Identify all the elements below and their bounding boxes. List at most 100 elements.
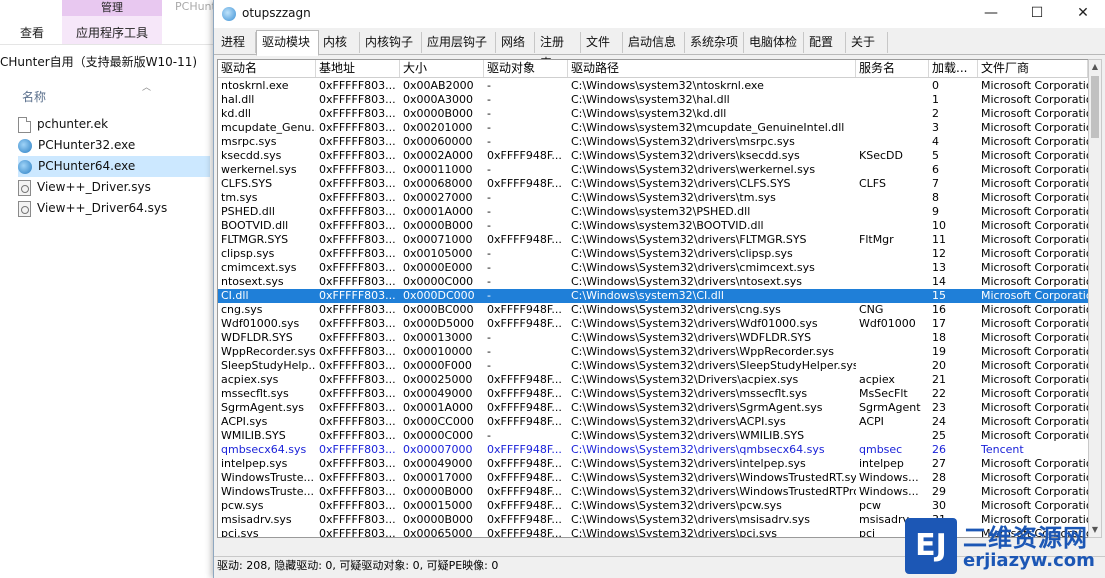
ribbon-tab-app-tools[interactable]: 应用程序工具	[76, 24, 148, 41]
table-cell: FLTMGR.SYS	[221, 233, 289, 246]
table-row[interactable]: ntoskrnl.exe 0xFFFFF803... 0x00AB2000- C:\W…	[218, 79, 1088, 93]
table-cell: 0xFFFFF803...	[319, 219, 396, 232]
table-row[interactable]: WindowsTruste... 0xFFFFF803... 0x0000B000 0…	[218, 485, 1088, 499]
column-header[interactable]: 大小	[400, 60, 484, 77]
table-row[interactable]: mssecflt.sys 0xFFFFF803... 0x00049000 0xFFF…	[218, 387, 1088, 401]
table-cell: intelpep.sys	[221, 457, 288, 470]
address-bar[interactable]: CHunter自用（支持最新版W10-11)	[0, 52, 215, 72]
column-header[interactable]: 服务名	[856, 60, 929, 77]
table-cell: Windows...	[859, 485, 919, 498]
file-item[interactable]: View++_Driver.sys	[18, 177, 210, 198]
table-cell: SgrmAgent	[859, 401, 921, 414]
table-row[interactable]: FLTMGR.SYS 0xFFFFF803... 0x00071000 0xFFFF9…	[218, 233, 1088, 247]
table-cell: 0x00049000	[403, 387, 473, 400]
table-row[interactable]: SgrmAgent.sys 0xFFFFF803... 0x0001A000 0xFF…	[218, 401, 1088, 415]
scroll-up-icon[interactable]: ▲	[1089, 60, 1101, 74]
table-row[interactable]: werkernel.sys 0xFFFFF803... 0x00011000 - C:\…	[218, 163, 1088, 177]
table-row[interactable]: hal.dll 0xFFFFF803... 0x000A3000- C:\Window…	[218, 93, 1088, 107]
tab-0[interactable]: 进程	[216, 32, 256, 53]
tab-6[interactable]: 注册表	[535, 32, 581, 70]
column-header-name[interactable]: 名称	[22, 88, 46, 105]
tab-9[interactable]: 系统杂项	[685, 32, 744, 53]
app-icon	[222, 7, 236, 21]
table-row[interactable]: WMILIB.SYS 0xFFFFF803... 0x0000C000- C:\Win…	[218, 429, 1088, 443]
table-cell: ksecdd.sys	[221, 149, 282, 162]
tab-1[interactable]: 驱动模块	[256, 30, 319, 56]
driver-table: 驱动名 基地址 大小 驱动对象 驱动路径 服务名 加载... 文件厂商 ntoskrnl.ex…	[217, 59, 1089, 538]
context-tab-manage[interactable]: 管理	[62, 0, 162, 16]
table-cell: 0x0001A000	[403, 401, 474, 414]
table-row[interactable]: BOOTVID.dll 0xFFFFF803... 0x0000B000- C:\Wi…	[218, 219, 1088, 233]
table-cell: 0xFFFFF803...	[319, 457, 396, 470]
table-cell: 0xFFFF948F...	[487, 513, 562, 526]
table-cell: 0x0000C000	[403, 275, 474, 288]
minimize-button[interactable]: —	[968, 0, 1014, 28]
table-row[interactable]: PSHED.dll 0xFFFFF803... 0x0001A000- C:\Wind…	[218, 205, 1088, 219]
table-row[interactable]: CLFS.SYS 0xFFFFF803... 0x00068000 0xFFFF948…	[218, 177, 1088, 191]
table-row[interactable]: intelpep.sys 0xFFFFF803... 0x00049000 0xFFF…	[218, 457, 1088, 471]
table-cell: BOOTVID.dll	[221, 219, 289, 232]
tab-12[interactable]: 关于	[846, 32, 888, 53]
maximize-button[interactable]: ☐	[1014, 0, 1060, 28]
table-row[interactable]: WDFLDR.SYS 0xFFFFF803... 0x00013000 - C:\Win…	[218, 331, 1088, 345]
file-item[interactable]: PCHunter32.exe	[18, 135, 210, 156]
table-cell: 0x00027000	[403, 191, 473, 204]
column-header[interactable]: 驱动路径	[568, 60, 856, 77]
tab-2[interactable]: 内核	[318, 32, 360, 53]
column-header[interactable]: 文件厂商	[978, 60, 1088, 77]
tab-8[interactable]: 启动信息	[623, 32, 685, 53]
file-item[interactable]: PCHunter64.exe	[18, 156, 210, 177]
column-header[interactable]: 驱动名	[218, 60, 316, 77]
table-row[interactable]: WindowsTruste... 0xFFFFF803... 0x00017000 0…	[218, 471, 1088, 485]
table-cell: 0xFFFF948F...	[487, 149, 562, 162]
table-row[interactable]: qmbsecx64.sys 0xFFFFF803... 0x00007000 0xFF…	[218, 443, 1088, 457]
tab-4[interactable]: 应用层钩子	[422, 32, 496, 53]
table-row[interactable]: WppRecorder.sys 0xFFFFF803... 0x00010000 - C…	[218, 345, 1088, 359]
table-row[interactable]: ntosext.sys 0xFFFFF803... 0x0000C000- C:\Wi…	[218, 275, 1088, 289]
column-header[interactable]: 驱动对象	[484, 60, 568, 77]
table-row[interactable]: acpiex.sys 0xFFFFF803... 0x00025000 0xFFFF9…	[218, 373, 1088, 387]
ribbon-tab-view[interactable]: 查看	[20, 24, 44, 41]
scroll-thumb[interactable]	[1091, 76, 1099, 138]
table-row[interactable]: Wdf01000.sys 0xFFFFF803... 0x000D5000 0xFFF…	[218, 317, 1088, 331]
table-cell	[856, 191, 929, 205]
table-row[interactable]: ksecdd.sys 0xFFFFF803... 0x0002A000 0xFFFF9…	[218, 149, 1088, 163]
table-row[interactable]: SleepStudyHelp... 0xFFFFF803... 0x0000F000…	[218, 359, 1088, 373]
close-button[interactable]: ✕	[1060, 0, 1105, 28]
table-row[interactable]: mcupdate_Genu... 0xFFFFF803... 0x00201000 -…	[218, 121, 1088, 135]
table-row[interactable]: kd.dll 0xFFFFF803... 0x0000B000- C:\Windows…	[218, 107, 1088, 121]
table-cell: 0xFFFFF803...	[319, 303, 396, 316]
column-header[interactable]: 加载...	[929, 60, 978, 77]
table-cell: Microsoft Corporation	[981, 457, 1088, 470]
tab-11[interactable]: 配置	[804, 32, 846, 53]
table-row[interactable]: pcw.sys 0xFFFFF803... 0x00015000 0xFFFF948F…	[218, 499, 1088, 513]
table-cell: 0xFFFFF803...	[319, 387, 396, 400]
table-cell: 0x000CC000	[403, 415, 474, 428]
table-row[interactable]: clipsp.sys 0xFFFFF803... 0x00105000 - C:\Win…	[218, 247, 1088, 261]
file-item[interactable]: View++_Driver64.sys	[18, 198, 210, 219]
table-row[interactable]: cmimcext.sys 0xFFFFF803... 0x0000E000 - C:\W…	[218, 261, 1088, 275]
tab-3[interactable]: 内核钩子	[360, 32, 422, 53]
table-cell: 0xFFFF948F...	[487, 471, 562, 484]
tab-5[interactable]: 网络	[496, 32, 535, 53]
tab-10[interactable]: 电脑体检	[744, 32, 804, 53]
table-row[interactable]: ACPI.sys 0xFFFFF803... 0x000CC000 0xFFFF948…	[218, 415, 1088, 429]
file-name: PCHunter64.exe	[38, 159, 136, 173]
table-row[interactable]: cng.sys 0xFFFFF803... 0x000BC000 0xFFFF948F…	[218, 303, 1088, 317]
table-cell: 0x000D5000	[403, 317, 474, 330]
file-item[interactable]: pchunter.ek	[18, 114, 210, 135]
file-name: pchunter.ek	[37, 117, 109, 131]
table-row[interactable]: msrpc.sys 0xFFFFF803... 0x00060000 - C:\Wind…	[218, 135, 1088, 149]
table-cell: cmimcext.sys	[221, 261, 297, 274]
table-cell: SleepStudyHelp...	[221, 359, 316, 372]
table-cell: 0xFFFFF803...	[319, 289, 396, 302]
table-cell: -	[487, 359, 491, 372]
table-row[interactable]: tm.sys 0xFFFFF803... 0x00027000 - C:\Windows…	[218, 191, 1088, 205]
table-cell: 4	[932, 135, 939, 148]
tab-7[interactable]: 文件	[581, 32, 623, 53]
table-row[interactable]: CI.dll 0xFFFFF803... 0x000DC000- C:\Windows…	[218, 289, 1088, 303]
table-cell: -	[487, 275, 491, 288]
title-bar[interactable]: otupszzagn — ☐ ✕	[214, 0, 1105, 28]
vertical-scrollbar[interactable]: ▲ ▼	[1088, 59, 1102, 538]
column-header[interactable]: 基地址	[316, 60, 400, 77]
